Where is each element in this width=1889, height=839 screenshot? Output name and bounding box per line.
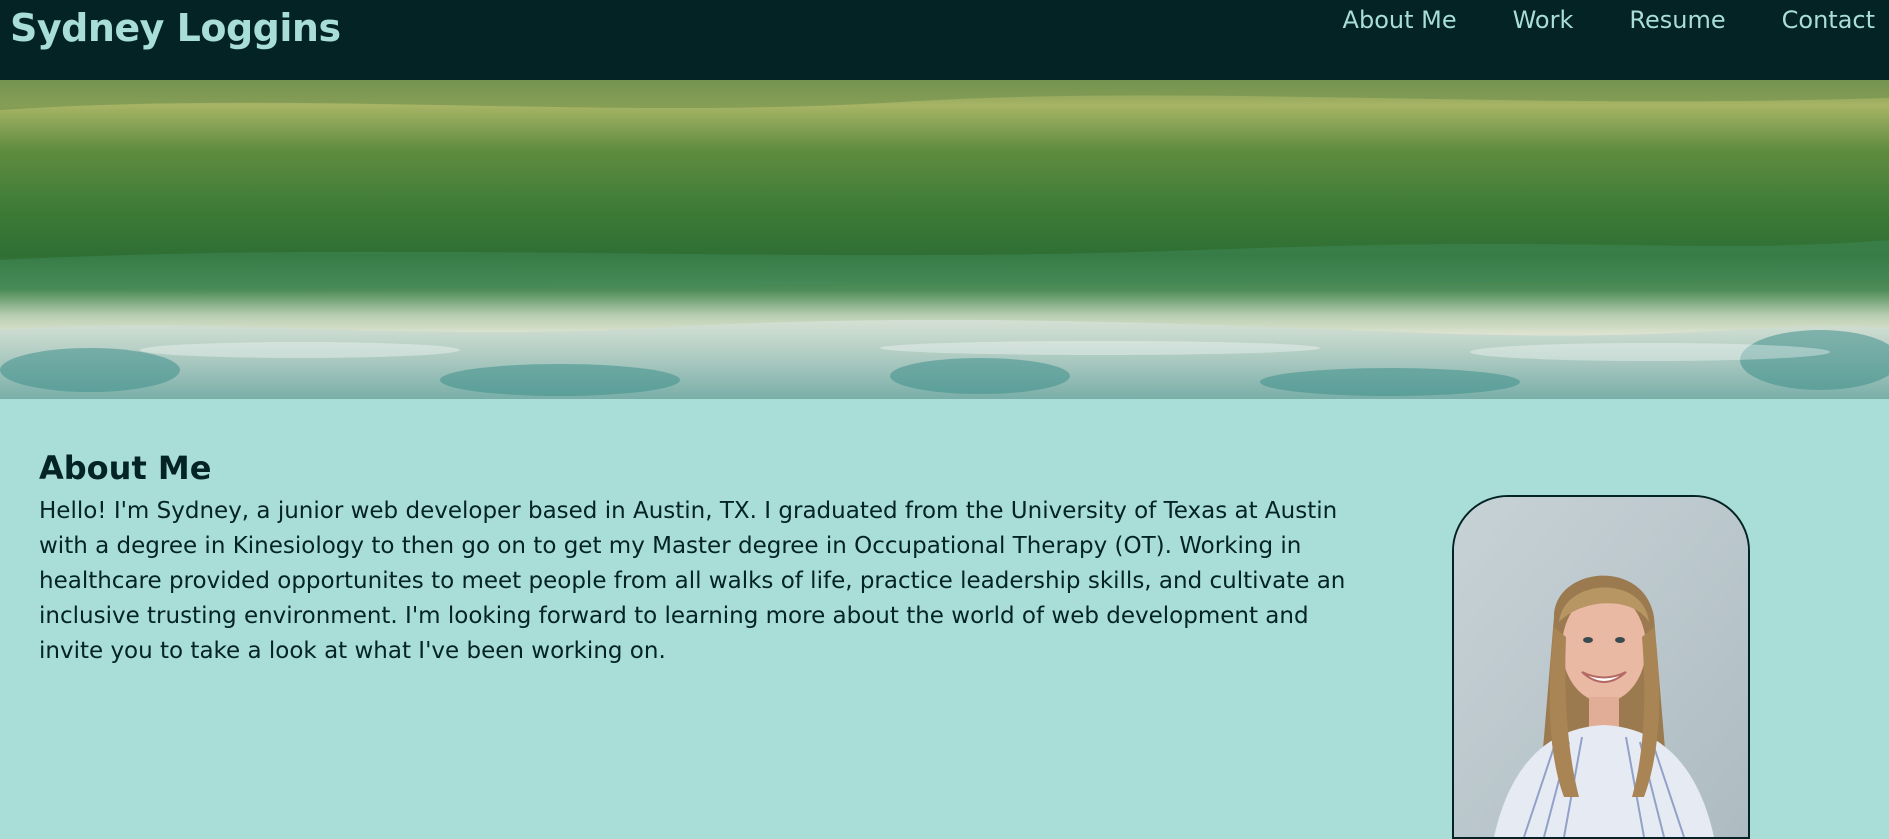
site-title[interactable]: Sydney Loggins <box>10 6 341 50</box>
nav-link-contact[interactable]: Contact <box>1782 6 1875 34</box>
about-paragraph: Hello! I'm Sydney, a junior web develope… <box>39 498 1346 664</box>
about-heading: About Me <box>39 449 212 487</box>
nav-link-about-me[interactable]: About Me <box>1343 6 1457 34</box>
portrait-photo <box>1452 495 1750 839</box>
nav-link-work[interactable]: Work <box>1513 6 1574 34</box>
main-nav: About Me Work Resume Contact <box>1287 6 1875 34</box>
nav-link-resume[interactable]: Resume <box>1629 6 1725 34</box>
site-header: Sydney Loggins About Me Work Resume Cont… <box>0 0 1889 80</box>
hero-wave-image <box>0 80 1889 399</box>
